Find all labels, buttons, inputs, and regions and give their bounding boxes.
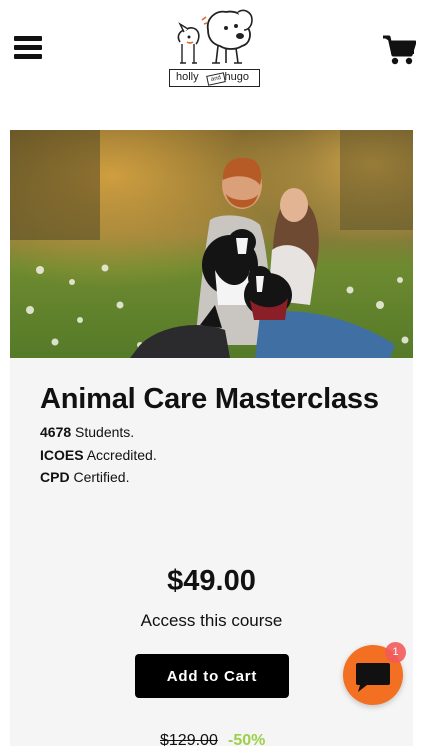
chat-notification-badge: 1: [385, 642, 406, 663]
shopping-cart-icon[interactable]: [382, 34, 417, 66]
original-price: $129.00: [160, 732, 218, 746]
course-stat-students: 4678 Students.: [40, 424, 134, 440]
course-title: Animal Care Masterclass: [40, 383, 379, 415]
logo-word-right: hugo: [224, 71, 249, 83]
logo-wordmark: holly and hugo: [169, 69, 260, 87]
stat-label: Certified.: [69, 469, 130, 485]
access-label: Access this course: [140, 611, 283, 630]
logo-word-middle: and: [206, 72, 226, 86]
course-stat-certification: CPD Certified.: [40, 469, 129, 485]
logo-word-left: holly: [176, 71, 199, 83]
stat-value: CPD: [40, 469, 70, 485]
hamburger-menu-icon[interactable]: [14, 34, 44, 62]
stat-value: ICOES: [40, 447, 84, 463]
site-header: holly and hugo: [0, 0, 428, 100]
stat-value: 4678: [40, 424, 72, 440]
discount-badge: -50%: [228, 732, 266, 746]
course-price: $49.00: [167, 565, 256, 597]
course-hero-image: [10, 130, 413, 358]
course-stat-accreditation: ICOES Accredited.: [40, 447, 157, 463]
stat-label: Students.: [71, 424, 135, 440]
dogs-logo-icon: [177, 9, 253, 64]
holly-and-hugo-logo[interactable]: holly and hugo: [166, 8, 264, 92]
add-to-cart-button[interactable]: Add to Cart: [135, 654, 289, 698]
stat-label: Accredited.: [83, 447, 157, 463]
